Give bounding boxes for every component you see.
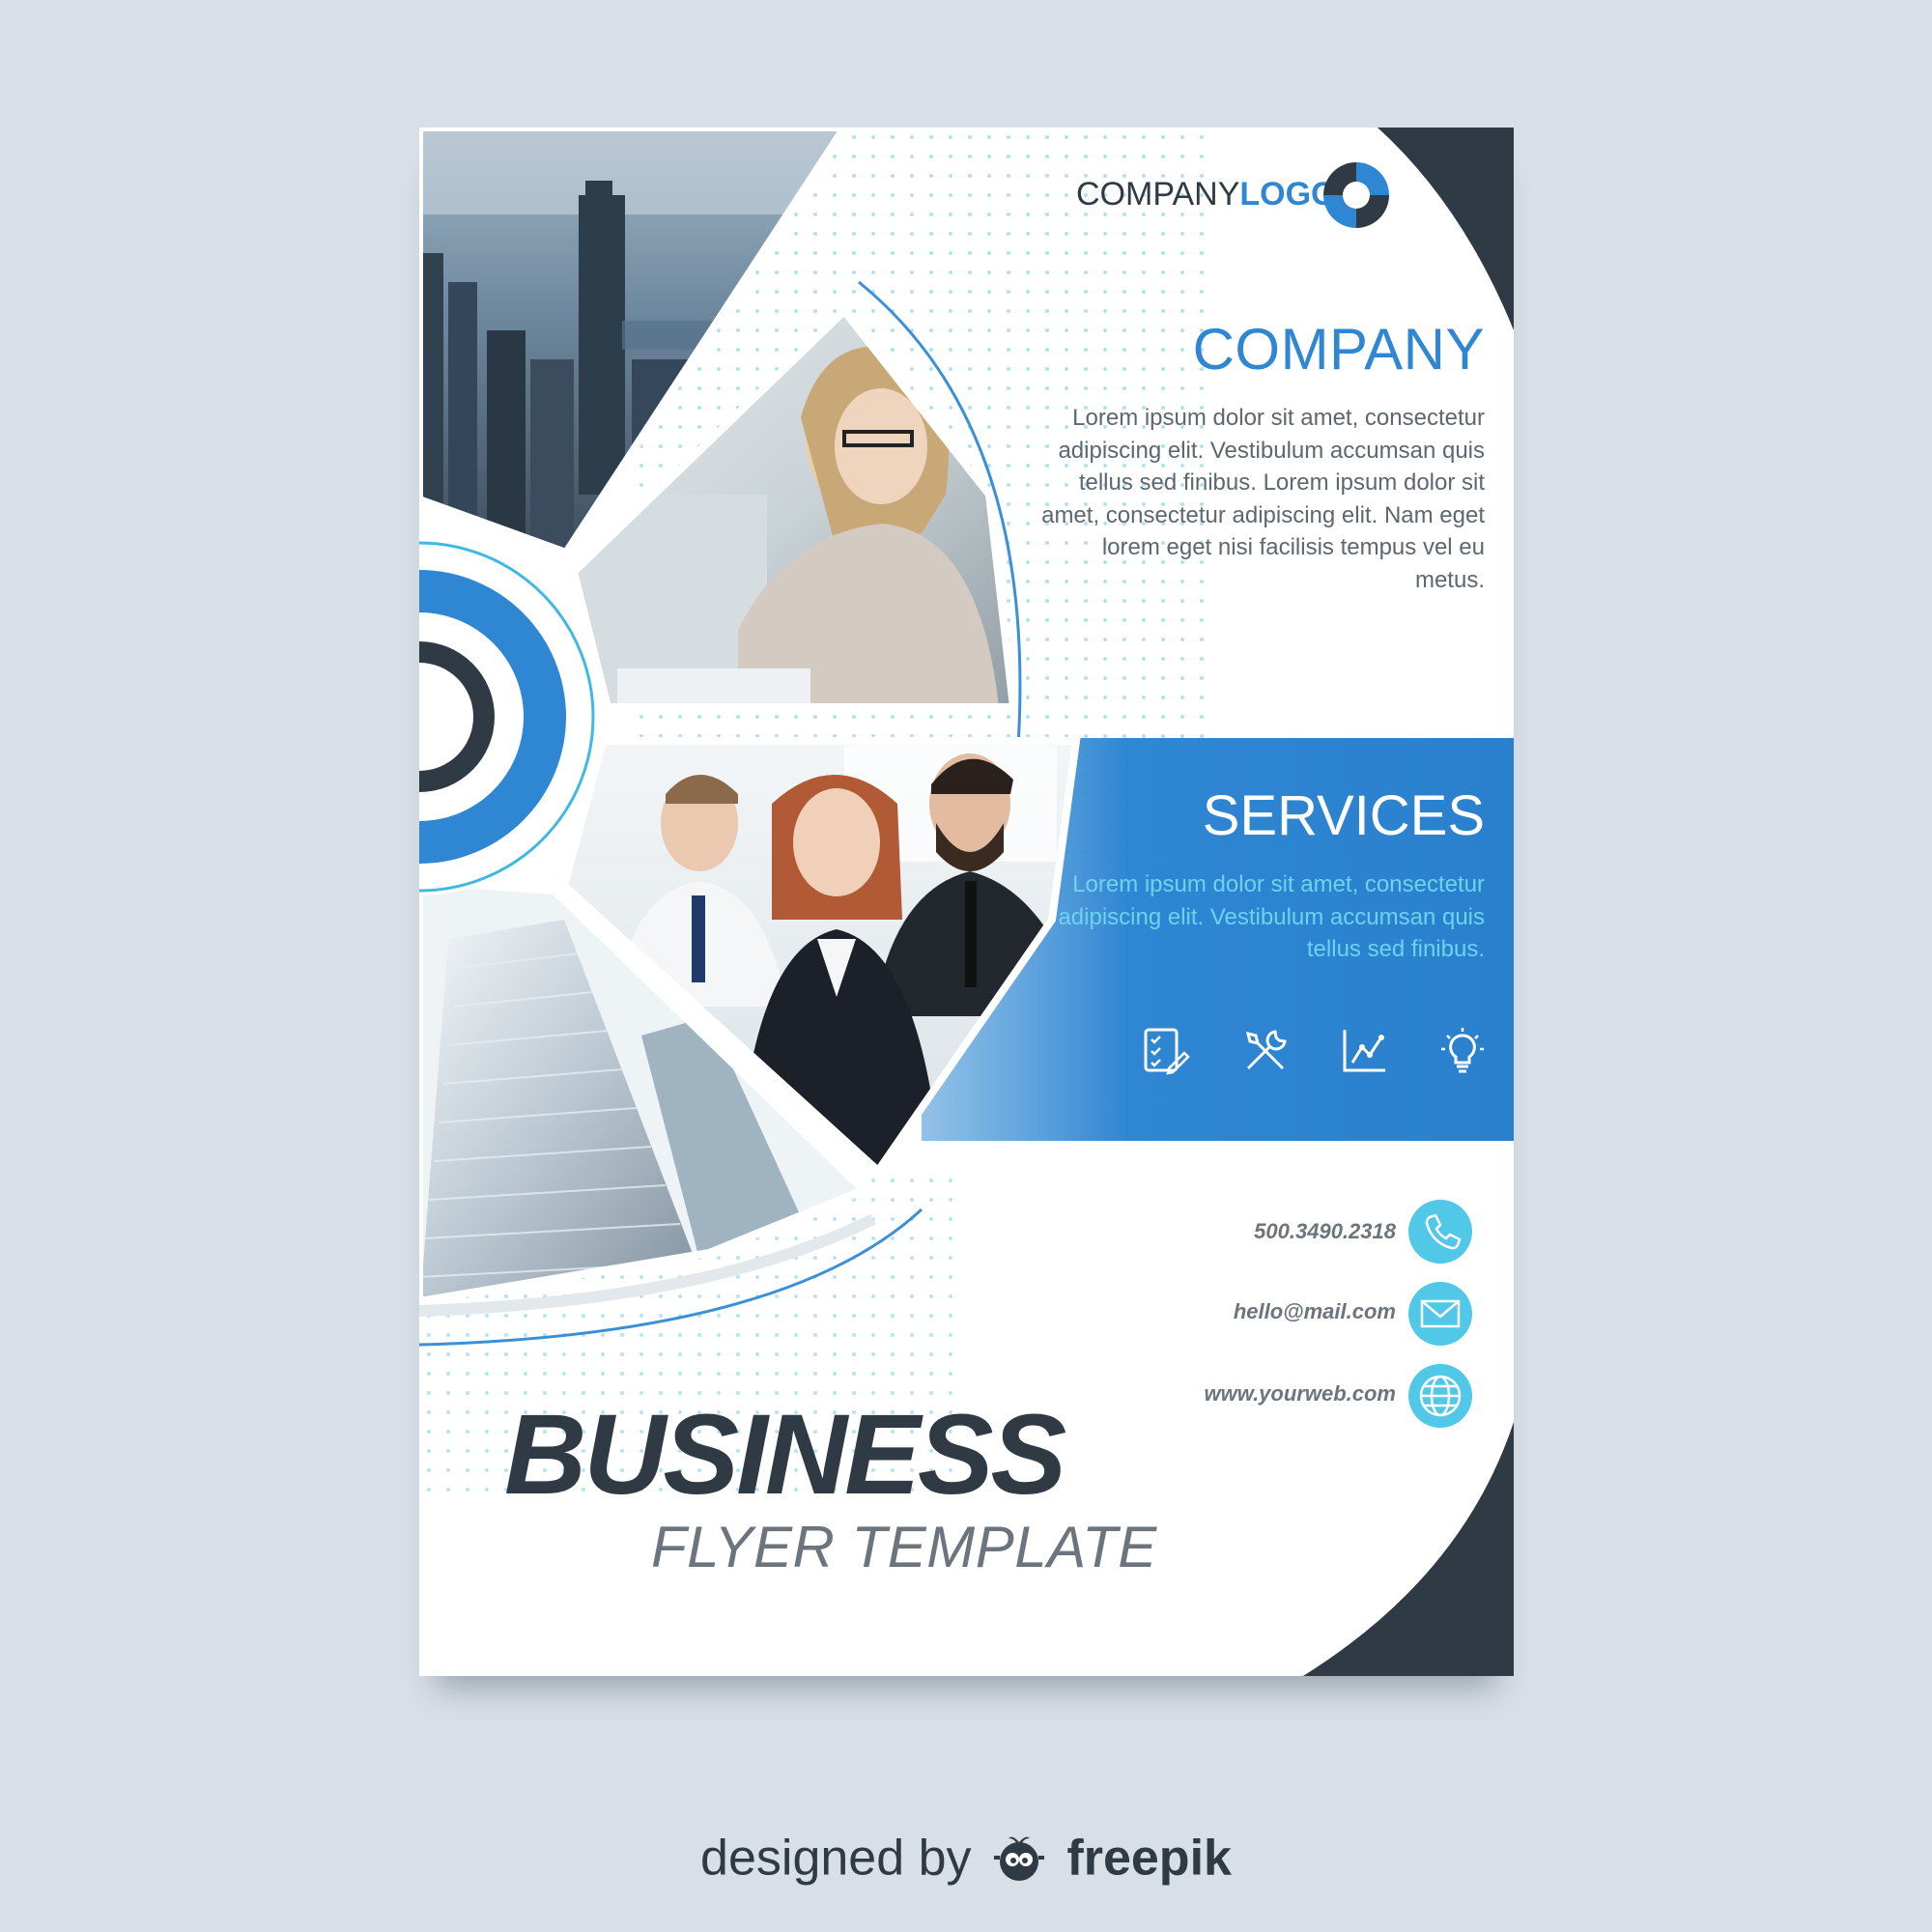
credit-brand: freepik [1066,1830,1232,1887]
company-body-text: Lorem ipsum dolor sit amet, consectetur … [1041,405,1485,593]
envelope-icon [1408,1282,1472,1346]
tools-icon [1245,1030,1287,1070]
email-address: hello@mail.com [1233,1299,1396,1323]
credit-prefix: designed by [700,1830,972,1887]
top-corner-shape [1378,128,1514,330]
freepik-mascot-icon [993,1836,1044,1882]
business-title: BUSINESS [504,1391,1066,1519]
services-heading: SERVICES [1202,784,1485,847]
company-logo-text: COMPANYLOGO [1076,176,1337,213]
designer-credit: designed by freepik [0,1826,1932,1887]
services-body-text: Lorem ipsum dolor sit amet, consectetur … [1058,871,1485,962]
logo-mark-icon [1323,162,1389,228]
bottom-corner-shape [1303,1422,1514,1676]
checklist-icon [1144,1028,1190,1075]
chart-icon [1343,1030,1385,1072]
website-url: www.yourweb.com [1204,1381,1396,1406]
flyer-subtitle: FLYER TEMPLATE [651,1515,1157,1579]
lightbulb-icon [1441,1028,1484,1073]
phone-icon [1408,1200,1472,1264]
company-heading: COMPANY [1192,317,1485,382]
flyer: COMPANYLOGO COMPANY Lorem ipsum dolor si… [419,128,1514,1676]
globe-icon [1408,1364,1472,1428]
phone-number: 500.3490.2318 [1254,1219,1396,1243]
target-circles [419,538,598,895]
logo-word-company: COMPANY [1076,176,1240,213]
